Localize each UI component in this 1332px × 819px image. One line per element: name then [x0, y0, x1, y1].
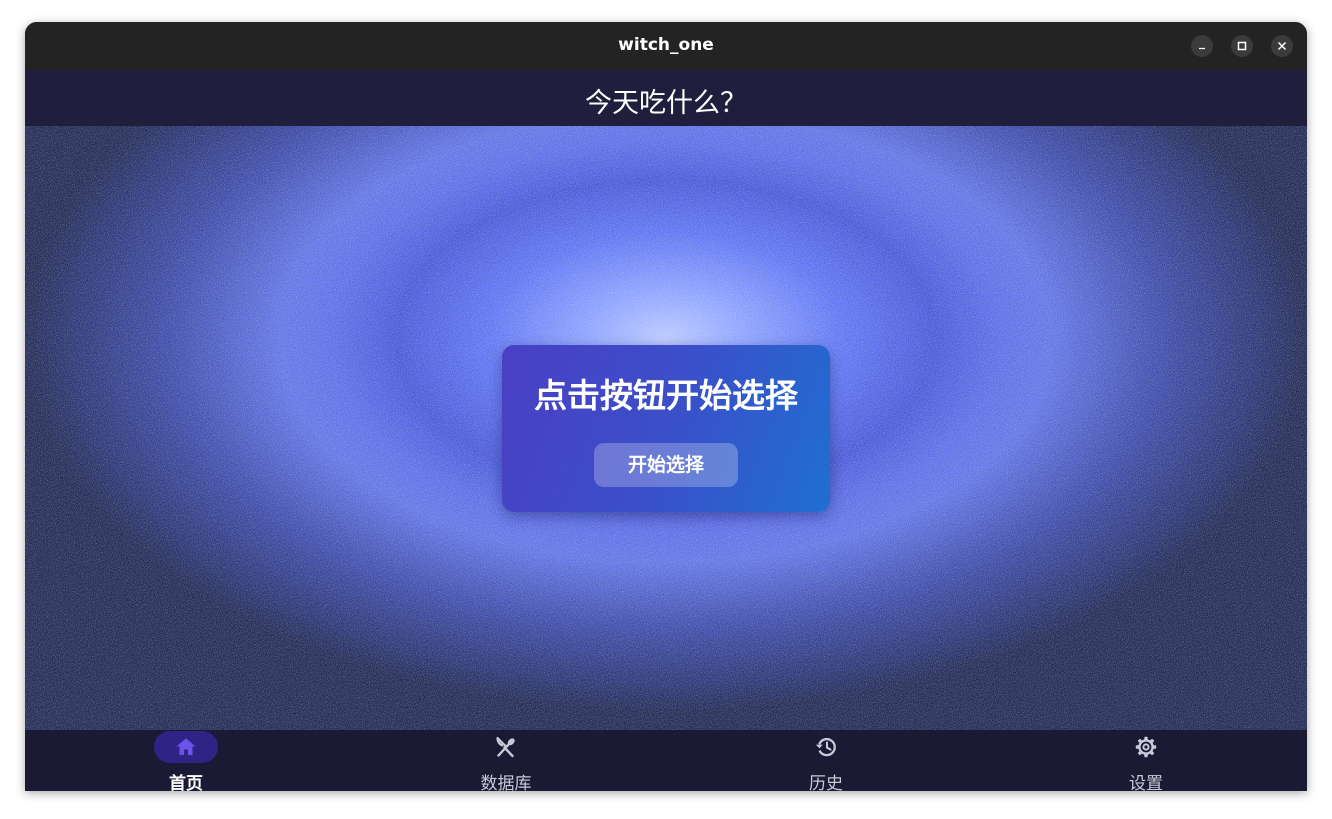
maximize-button[interactable]: [1231, 35, 1253, 57]
minimize-button[interactable]: [1191, 35, 1213, 57]
nav-label-database: 数据库: [480, 774, 532, 791]
nav-label-history: 历史: [809, 774, 843, 791]
close-icon: [1277, 41, 1287, 51]
nav-item-settings[interactable]: 设置: [1046, 730, 1246, 791]
main-content: 点击按钮开始选择 开始选择: [25, 126, 1307, 730]
nav-label-home: 首页: [169, 774, 203, 791]
app-bar: 今天吃什么？: [25, 70, 1307, 126]
close-button[interactable]: [1271, 35, 1293, 57]
nav-label-settings: 设置: [1129, 774, 1163, 791]
window-titlebar[interactable]: witch_one: [25, 22, 1307, 70]
app-window: witch_one 今天吃什么？ 点击按钮开始选择 开始选择 首页 数据库 历史…: [25, 22, 1307, 791]
app-title: 今天吃什么？: [585, 88, 747, 119]
start-selection-button[interactable]: 开始选择: [594, 443, 738, 487]
nav-active-indicator: [154, 731, 218, 763]
utensils-icon: [496, 736, 515, 758]
selection-card: 点击按钮开始选择 开始选择: [502, 345, 830, 512]
history-icon: [815, 738, 836, 757]
nav-item-database[interactable]: 数据库: [406, 730, 606, 791]
window-title: witch_one: [618, 35, 714, 55]
home-icon: [176, 738, 196, 755]
nav-item-history[interactable]: 历史: [726, 730, 926, 791]
bottom-navigation: 首页 数据库 历史 设置: [25, 730, 1307, 791]
maximize-icon: [1237, 41, 1247, 51]
nav-item-home[interactable]: 首页: [86, 730, 286, 791]
card-heading: 点击按钮开始选择: [534, 376, 798, 415]
minimize-icon: [1199, 47, 1205, 50]
gear-icon: [1135, 736, 1157, 758]
